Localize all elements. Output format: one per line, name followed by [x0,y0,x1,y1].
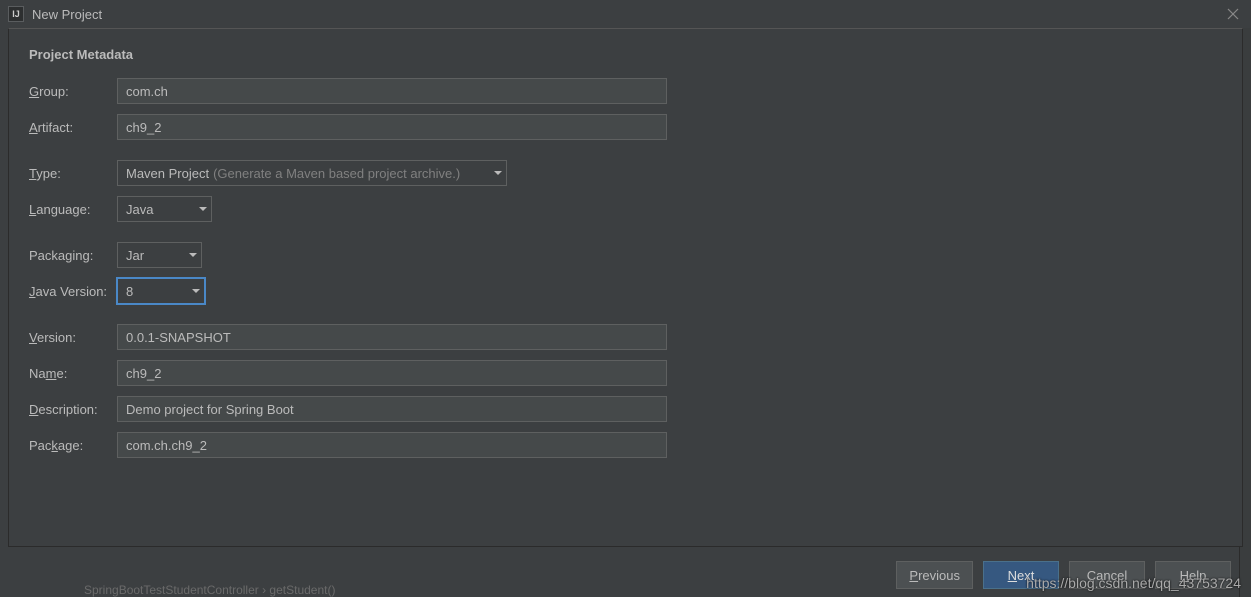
row-artifact: Artifact: [29,114,1222,140]
window-title: New Project [32,7,102,22]
app-icon: IJ [8,6,24,22]
chevron-down-icon [192,289,200,293]
package-input[interactable] [117,432,667,458]
label-type: Type: [29,166,117,181]
name-input[interactable] [117,360,667,386]
label-description: Description: [29,402,117,417]
label-java-version: Java Version: [29,284,117,299]
java-version-value: 8 [126,284,133,299]
type-hint: (Generate a Maven based project archive.… [213,166,460,181]
artifact-input[interactable] [117,114,667,140]
type-value: Maven Project [126,166,209,181]
chevron-down-icon [494,171,502,175]
row-java-version: Java Version: 8 [29,278,1222,304]
group-input[interactable] [117,78,667,104]
section-title: Project Metadata [29,47,1222,62]
chevron-down-icon [199,207,207,211]
previous-button[interactable]: Previous [896,561,973,589]
description-input[interactable] [117,396,667,422]
type-combobox[interactable]: Maven Project (Generate a Maven based pr… [117,160,507,186]
button-bar: Previous Next Cancel Help [896,561,1231,589]
row-name: Name: [29,360,1222,386]
packaging-combobox[interactable]: Jar [117,242,202,268]
language-value: Java [126,202,153,217]
version-input[interactable] [117,324,667,350]
label-version: Version: [29,330,117,345]
row-description: Description: [29,396,1222,422]
label-package: Package: [29,438,117,453]
label-packaging: Packaging: [29,248,117,263]
next-button[interactable]: Next [983,561,1059,589]
cancel-button[interactable]: Cancel [1069,561,1145,589]
label-group: Group: [29,84,117,99]
label-name: Name: [29,366,117,381]
dialog-body: Project Metadata Group: Artifact: Type: … [8,28,1243,547]
background-breadcrumb: SpringBootTestStudentController › getStu… [84,583,335,597]
help-button[interactable]: Help [1155,561,1231,589]
language-combobox[interactable]: Java [117,196,212,222]
chevron-down-icon [189,253,197,257]
row-group: Group: [29,78,1222,104]
row-package: Package: [29,432,1222,458]
close-icon [1227,8,1239,20]
titlebar: IJ New Project [0,0,1251,28]
row-type: Type: Maven Project (Generate a Maven ba… [29,160,1222,186]
java-version-combobox[interactable]: 8 [117,278,205,304]
close-button[interactable] [1223,4,1243,24]
label-artifact: Artifact: [29,120,117,135]
row-language: Language: Java [29,196,1222,222]
packaging-value: Jar [126,248,144,263]
label-language: Language: [29,202,117,217]
row-version: Version: [29,324,1222,350]
row-packaging: Packaging: Jar [29,242,1222,268]
